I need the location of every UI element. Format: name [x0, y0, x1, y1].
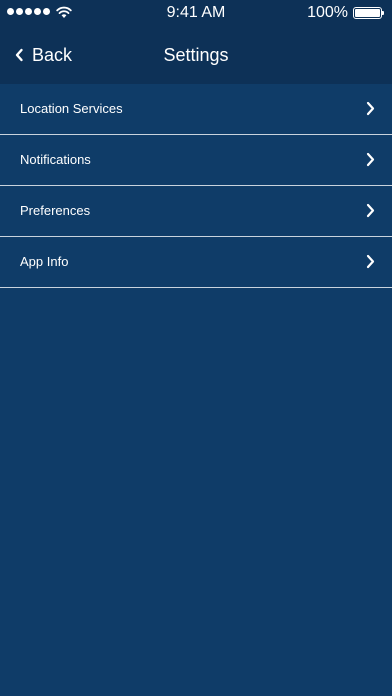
- chevron-right-icon: [366, 101, 375, 116]
- settings-screen: 9:41 AM 100% Back Settings Location Serv…: [0, 0, 392, 696]
- settings-list: Location Services Notifications Preferen…: [0, 84, 392, 288]
- settings-item-label: Notifications: [20, 152, 91, 167]
- settings-item-label: Preferences: [20, 203, 91, 218]
- settings-item-preferences[interactable]: Preferences: [0, 186, 392, 237]
- page-title: Settings: [163, 45, 229, 65]
- settings-item-label: App Info: [20, 254, 69, 269]
- chevron-right-icon: [366, 254, 375, 269]
- settings-item-app-info[interactable]: App Info: [0, 237, 392, 288]
- settings-item-location-services[interactable]: Location Services: [0, 84, 392, 135]
- settings-item-notifications[interactable]: Notifications: [0, 135, 392, 186]
- battery-percent: 100%: [307, 4, 348, 21]
- navigation-bar: Back Settings: [0, 26, 392, 84]
- battery-icon: [353, 7, 385, 19]
- settings-item-label: Location Services: [20, 101, 123, 116]
- status-bar: 9:41 AM 100%: [0, 0, 392, 26]
- chevron-right-icon: [366, 152, 375, 167]
- chevron-right-icon: [366, 203, 375, 218]
